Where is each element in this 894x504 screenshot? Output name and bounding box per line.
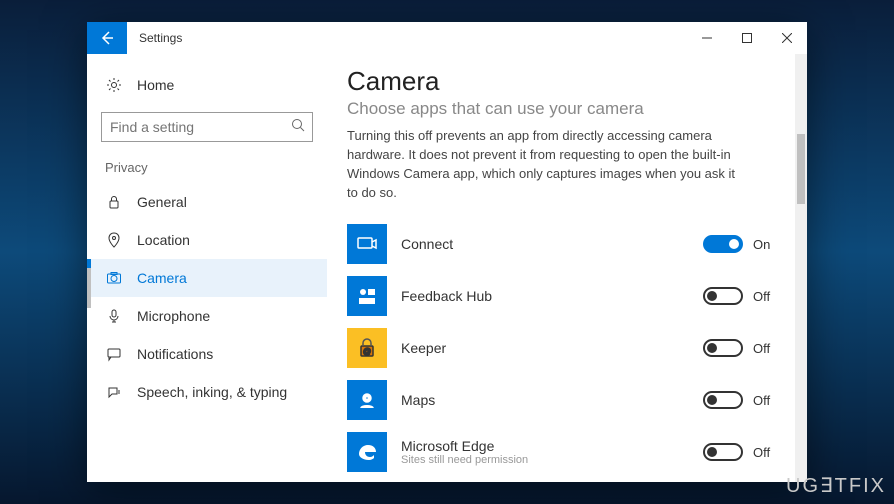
toggle-state-label: On	[753, 237, 777, 252]
toggle-state-label: Off	[753, 393, 777, 408]
sidebar-item-label: Location	[137, 232, 190, 248]
feedback-app-icon	[347, 276, 387, 316]
sidebar-item-label: Speech, inking, & typing	[137, 384, 287, 400]
toggle-state-label: Off	[753, 445, 777, 460]
app-toggle[interactable]	[703, 235, 743, 253]
maps-app-icon	[347, 380, 387, 420]
sidebar-item-general[interactable]: General	[87, 183, 327, 221]
window-controls	[687, 22, 807, 54]
back-arrow-icon	[99, 30, 115, 46]
app-label: Connect	[401, 236, 689, 252]
app-toggle[interactable]	[703, 391, 743, 409]
main-panel: Camera Choose apps that can use your cam…	[327, 54, 807, 482]
sidebar-scrollbar-thumb[interactable]	[87, 268, 91, 308]
app-label: Feedback Hub	[401, 288, 689, 304]
toggle-state-label: Off	[753, 341, 777, 356]
watermark: UG∃TFIX	[786, 473, 886, 498]
sidebar-item-notifications[interactable]: Notifications	[87, 335, 327, 373]
maximize-button[interactable]	[727, 22, 767, 54]
sidebar-item-camera[interactable]: Camera	[87, 259, 327, 297]
page-description: Turning this off prevents an app from di…	[347, 127, 747, 202]
page-title: Camera	[347, 66, 777, 97]
app-toggle[interactable]	[703, 339, 743, 357]
app-row-keeper: @ Keeper Off	[347, 322, 777, 374]
home-label: Home	[137, 77, 174, 93]
app-toggle[interactable]	[703, 287, 743, 305]
scrollbar-track[interactable]	[795, 54, 807, 482]
app-label: Keeper	[401, 340, 689, 356]
sidebar-item-speech-inking-typing[interactable]: Speech, inking, & typing	[87, 373, 327, 411]
mic-icon	[105, 307, 123, 325]
lock-icon	[105, 193, 123, 211]
app-sublabel: Sites still need permission	[401, 454, 689, 466]
sidebar-item-label: Camera	[137, 270, 187, 286]
sidebar-item-location[interactable]: Location	[87, 221, 327, 259]
search-input[interactable]	[110, 119, 291, 135]
notif-icon	[105, 345, 123, 363]
back-button[interactable]	[87, 22, 127, 54]
connect-app-icon	[347, 224, 387, 264]
app-label: Microsoft EdgeSites still need permissio…	[401, 438, 689, 466]
keeper-app-icon: @	[347, 328, 387, 368]
close-button[interactable]	[767, 22, 807, 54]
sidebar-item-label: Notifications	[137, 346, 213, 362]
search-box[interactable]	[101, 112, 313, 142]
app-row-connect: Connect On	[347, 218, 777, 270]
svg-text:@: @	[363, 347, 371, 356]
app-toggle[interactable]	[703, 443, 743, 461]
window-title: Settings	[127, 22, 687, 54]
gear-icon	[105, 76, 123, 94]
sidebar-home[interactable]: Home	[87, 68, 327, 102]
app-row-microsoft-edge: Microsoft EdgeSites still need permissio…	[347, 426, 777, 478]
minimize-button[interactable]	[687, 22, 727, 54]
search-icon	[291, 118, 305, 137]
edge-app-icon	[347, 432, 387, 472]
location-icon	[105, 231, 123, 249]
camera-icon	[105, 269, 123, 287]
sidebar: Home Privacy General Location Camera Microp…	[87, 54, 327, 482]
speech-icon	[105, 383, 123, 401]
titlebar: Settings	[87, 22, 807, 54]
app-label: Maps	[401, 392, 689, 408]
sidebar-item-label: Microphone	[137, 308, 210, 324]
toggle-state-label: Off	[753, 289, 777, 304]
app-row-maps: Maps Off	[347, 374, 777, 426]
scrollbar-thumb[interactable]	[797, 134, 805, 204]
page-sub-heading: Choose apps that can use your camera	[347, 99, 777, 119]
sidebar-item-microphone[interactable]: Microphone	[87, 297, 327, 335]
app-row-feedback-hub: Feedback Hub Off	[347, 270, 777, 322]
sidebar-section-label: Privacy	[87, 160, 327, 183]
settings-window: Settings Home Privacy General Location Cam…	[87, 22, 807, 482]
sidebar-item-label: General	[137, 194, 187, 210]
